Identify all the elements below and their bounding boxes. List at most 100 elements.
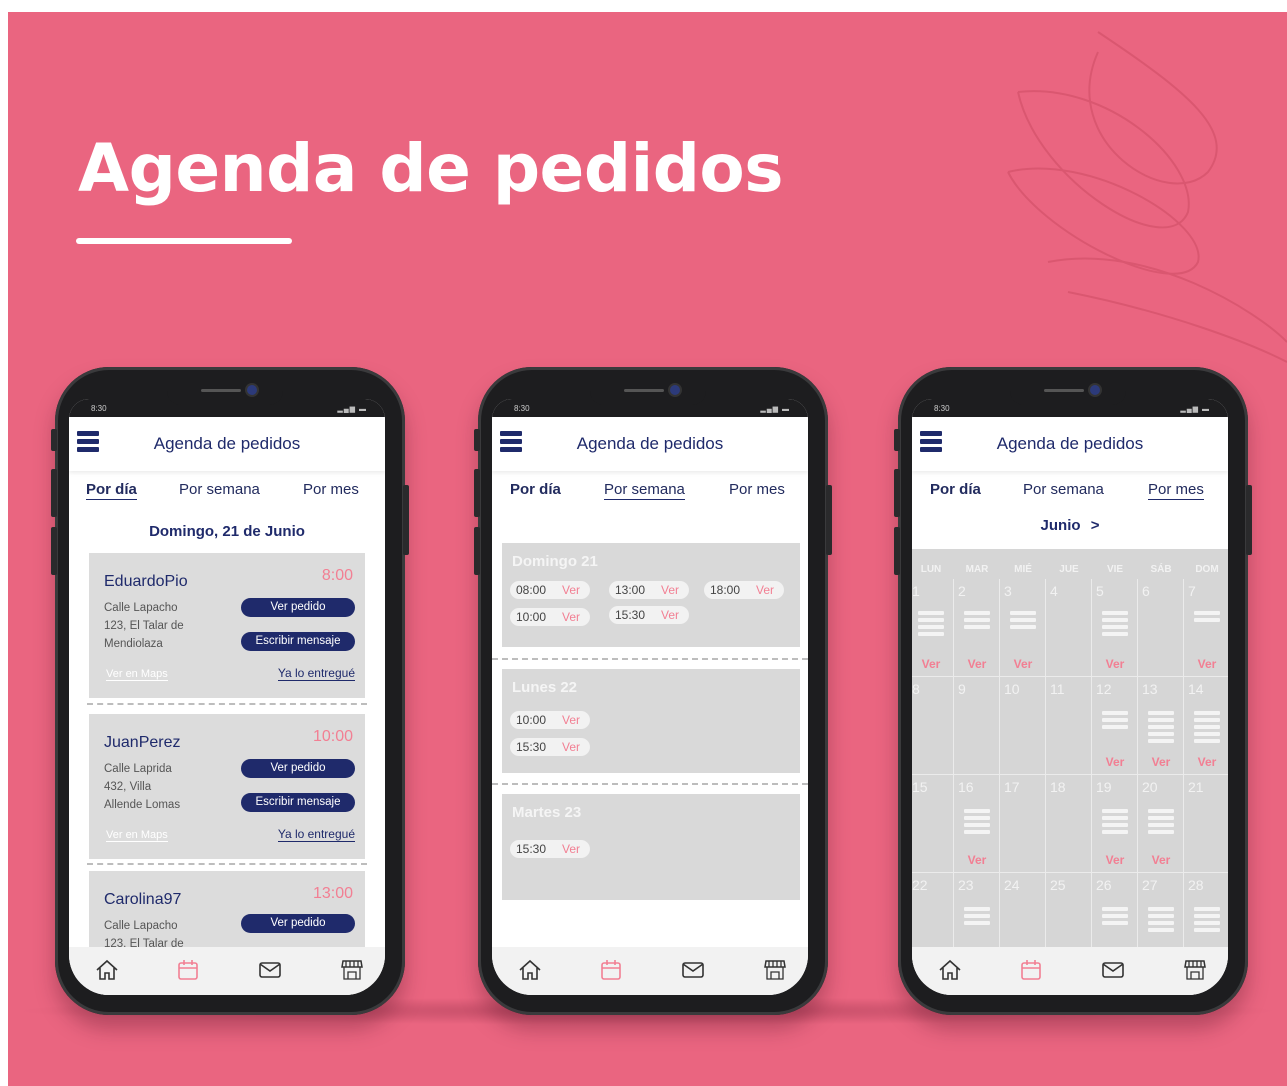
view-day-link[interactable]: Ver — [1000, 657, 1046, 671]
calendar-icon[interactable] — [175, 957, 201, 983]
time-slot[interactable]: 08:00 Ver — [510, 581, 590, 599]
order-address: Calle Laprida 432, Villa Allende Lomas — [104, 763, 181, 811]
day-number: 9 — [958, 681, 966, 697]
store-icon[interactable] — [1182, 957, 1208, 983]
divider — [492, 658, 808, 660]
weekday-label: MIÉ — [1014, 564, 1032, 575]
day-number: 27 — [1142, 877, 1158, 893]
calendar-day-cell[interactable]: 10 — [1000, 677, 1046, 775]
weekday-label: DOM — [1195, 564, 1219, 575]
orders-indicator-icon — [1102, 809, 1128, 837]
app-bar: Agenda de pedidos — [492, 417, 808, 471]
time-slot[interactable]: 15:30 Ver — [510, 738, 590, 756]
calendar-day-cell[interactable]: 12 Ver — [1092, 677, 1138, 775]
write-message-button[interactable]: Escribir mensaje — [241, 632, 355, 651]
app-title: Agenda de pedidos — [153, 434, 301, 453]
view-day-link[interactable]: Ver — [1138, 853, 1184, 867]
view-day-link[interactable]: Ver — [1092, 657, 1138, 671]
calendar-day-cell[interactable]: 14 Ver — [1184, 677, 1228, 775]
view-day-link[interactable]: Ver — [1184, 755, 1228, 769]
chevron-right-icon[interactable]: > — [1091, 517, 1100, 534]
calendar-day-cell[interactable]: 18 — [1046, 775, 1092, 873]
view-tabs: Por día Por semana Por mes — [912, 471, 1228, 501]
view-day-link[interactable]: Ver — [1092, 755, 1138, 769]
tab-por-semana[interactable]: Por semana — [179, 481, 260, 498]
calendar-day-cell[interactable]: 2 Ver — [954, 579, 1000, 677]
day-number: 24 — [1004, 877, 1020, 893]
view-in-maps-link[interactable]: Ver en Maps — [106, 829, 168, 842]
calendar-day-cell[interactable]: 20 Ver — [1138, 775, 1184, 873]
day-number: 25 — [1050, 877, 1066, 893]
view-day-link[interactable]: Ver — [1184, 657, 1228, 671]
view-day-link[interactable]: Ver — [1092, 853, 1138, 867]
delivered-link[interactable]: Ya lo entregué — [277, 827, 355, 842]
view-in-maps-link[interactable]: Ver en Maps — [106, 668, 168, 681]
phone-day-view: 8:30 ▂▄▆ ▬ Agenda de pedidos Por día Por… — [51, 367, 409, 1015]
calendar-day-cell[interactable]: 1 Ver — [912, 579, 954, 677]
mail-icon[interactable] — [257, 957, 283, 983]
home-icon[interactable] — [94, 957, 120, 983]
calendar-day-cell[interactable]: 16 Ver — [954, 775, 1000, 873]
orders-indicator-icon — [1148, 907, 1174, 935]
customer-name: Carolina97 — [104, 891, 182, 908]
home-icon[interactable] — [517, 957, 543, 983]
day-number: 6 — [1142, 583, 1150, 599]
view-order-button[interactable]: Ver pedido — [241, 759, 355, 778]
view-day-link[interactable]: Ver — [912, 657, 954, 671]
tab-por-mes[interactable]: Por mes — [729, 481, 785, 498]
calendar-day-cell[interactable]: 6 — [1138, 579, 1184, 677]
calendar-day-cell[interactable]: 21 — [1184, 775, 1228, 873]
view-order-button[interactable]: Ver pedido — [241, 914, 355, 933]
tab-por-mes[interactable]: Por mes — [303, 481, 359, 498]
delivered-link[interactable]: Ya lo entregué — [277, 666, 355, 681]
tab-por-semana[interactable]: Por semana — [1023, 481, 1104, 498]
view-day-link[interactable]: Ver — [954, 657, 1000, 671]
calendar-day-cell[interactable]: 5 Ver — [1092, 579, 1138, 677]
view-day-link[interactable]: Ver — [1138, 755, 1184, 769]
mail-icon[interactable] — [1100, 957, 1126, 983]
calendar-day-cell[interactable]: 11 — [1046, 677, 1092, 775]
time-slot[interactable]: 10:00 Ver — [510, 711, 590, 729]
home-icon[interactable] — [937, 957, 963, 983]
day-name: Martes 23 — [512, 804, 582, 821]
store-icon[interactable] — [762, 957, 788, 983]
calendar-day-cell[interactable]: 17 — [1000, 775, 1046, 873]
tab-por-dia[interactable]: Por día — [930, 481, 981, 498]
view-order-button[interactable]: Ver pedido — [241, 598, 355, 617]
mail-icon[interactable] — [680, 957, 706, 983]
tab-por-dia[interactable]: Por día — [86, 481, 137, 500]
month-selector[interactable]: Junio > — [912, 517, 1228, 534]
tab-por-dia[interactable]: Por día — [510, 481, 561, 498]
calendar-day-cell[interactable]: 9 — [954, 677, 1000, 775]
calendar-icon[interactable] — [598, 957, 624, 983]
tab-por-semana[interactable]: Por semana — [604, 481, 685, 500]
day-number: 18 — [1050, 779, 1066, 795]
tab-por-mes[interactable]: Por mes — [1148, 481, 1204, 500]
time-slot[interactable]: 10:00 Ver — [510, 608, 590, 626]
time-slot[interactable]: 15:30 Ver — [609, 606, 689, 624]
calendar-icon[interactable] — [1018, 957, 1044, 983]
orders-indicator-icon — [1194, 711, 1220, 746]
week-day-card: Domingo 21 08:00 Ver 13:00 Ver 18:00 Ver 10… — [502, 543, 800, 647]
orders-indicator-icon — [1148, 809, 1174, 837]
notch — [590, 381, 706, 405]
bottom-nav — [492, 947, 808, 995]
phone-screen: 8:30 ▂▄▆ ▬ Agenda de pedidos Por día Por… — [912, 399, 1228, 995]
calendar-day-cell[interactable]: 19 Ver — [1092, 775, 1138, 873]
calendar-day-cell[interactable]: 3 Ver — [1000, 579, 1046, 677]
write-message-button[interactable]: Escribir mensaje — [241, 793, 355, 812]
phone-month-view: 8:30 ▂▄▆ ▬ Agenda de pedidos Por día Por… — [894, 367, 1252, 1015]
app-title: Agenda de pedidos — [996, 434, 1144, 453]
time-slot[interactable]: 18:00 Ver — [704, 581, 784, 599]
store-icon[interactable] — [339, 957, 365, 983]
calendar-day-cell[interactable]: 7 Ver — [1184, 579, 1228, 677]
calendar-day-cell[interactable]: 13 Ver — [1138, 677, 1184, 775]
calendar-day-cell[interactable]: 8 — [912, 677, 954, 775]
calendar-day-cell[interactable]: 4 — [1046, 579, 1092, 677]
time-slot[interactable]: 13:00 Ver — [609, 581, 689, 599]
orders-indicator-icon — [964, 809, 990, 837]
week-day-card: Martes 23 15:30 Ver — [502, 794, 800, 900]
time-slot[interactable]: 15:30 Ver — [510, 840, 590, 858]
calendar-day-cell[interactable]: 15 — [912, 775, 954, 873]
view-day-link[interactable]: Ver — [954, 853, 1000, 867]
